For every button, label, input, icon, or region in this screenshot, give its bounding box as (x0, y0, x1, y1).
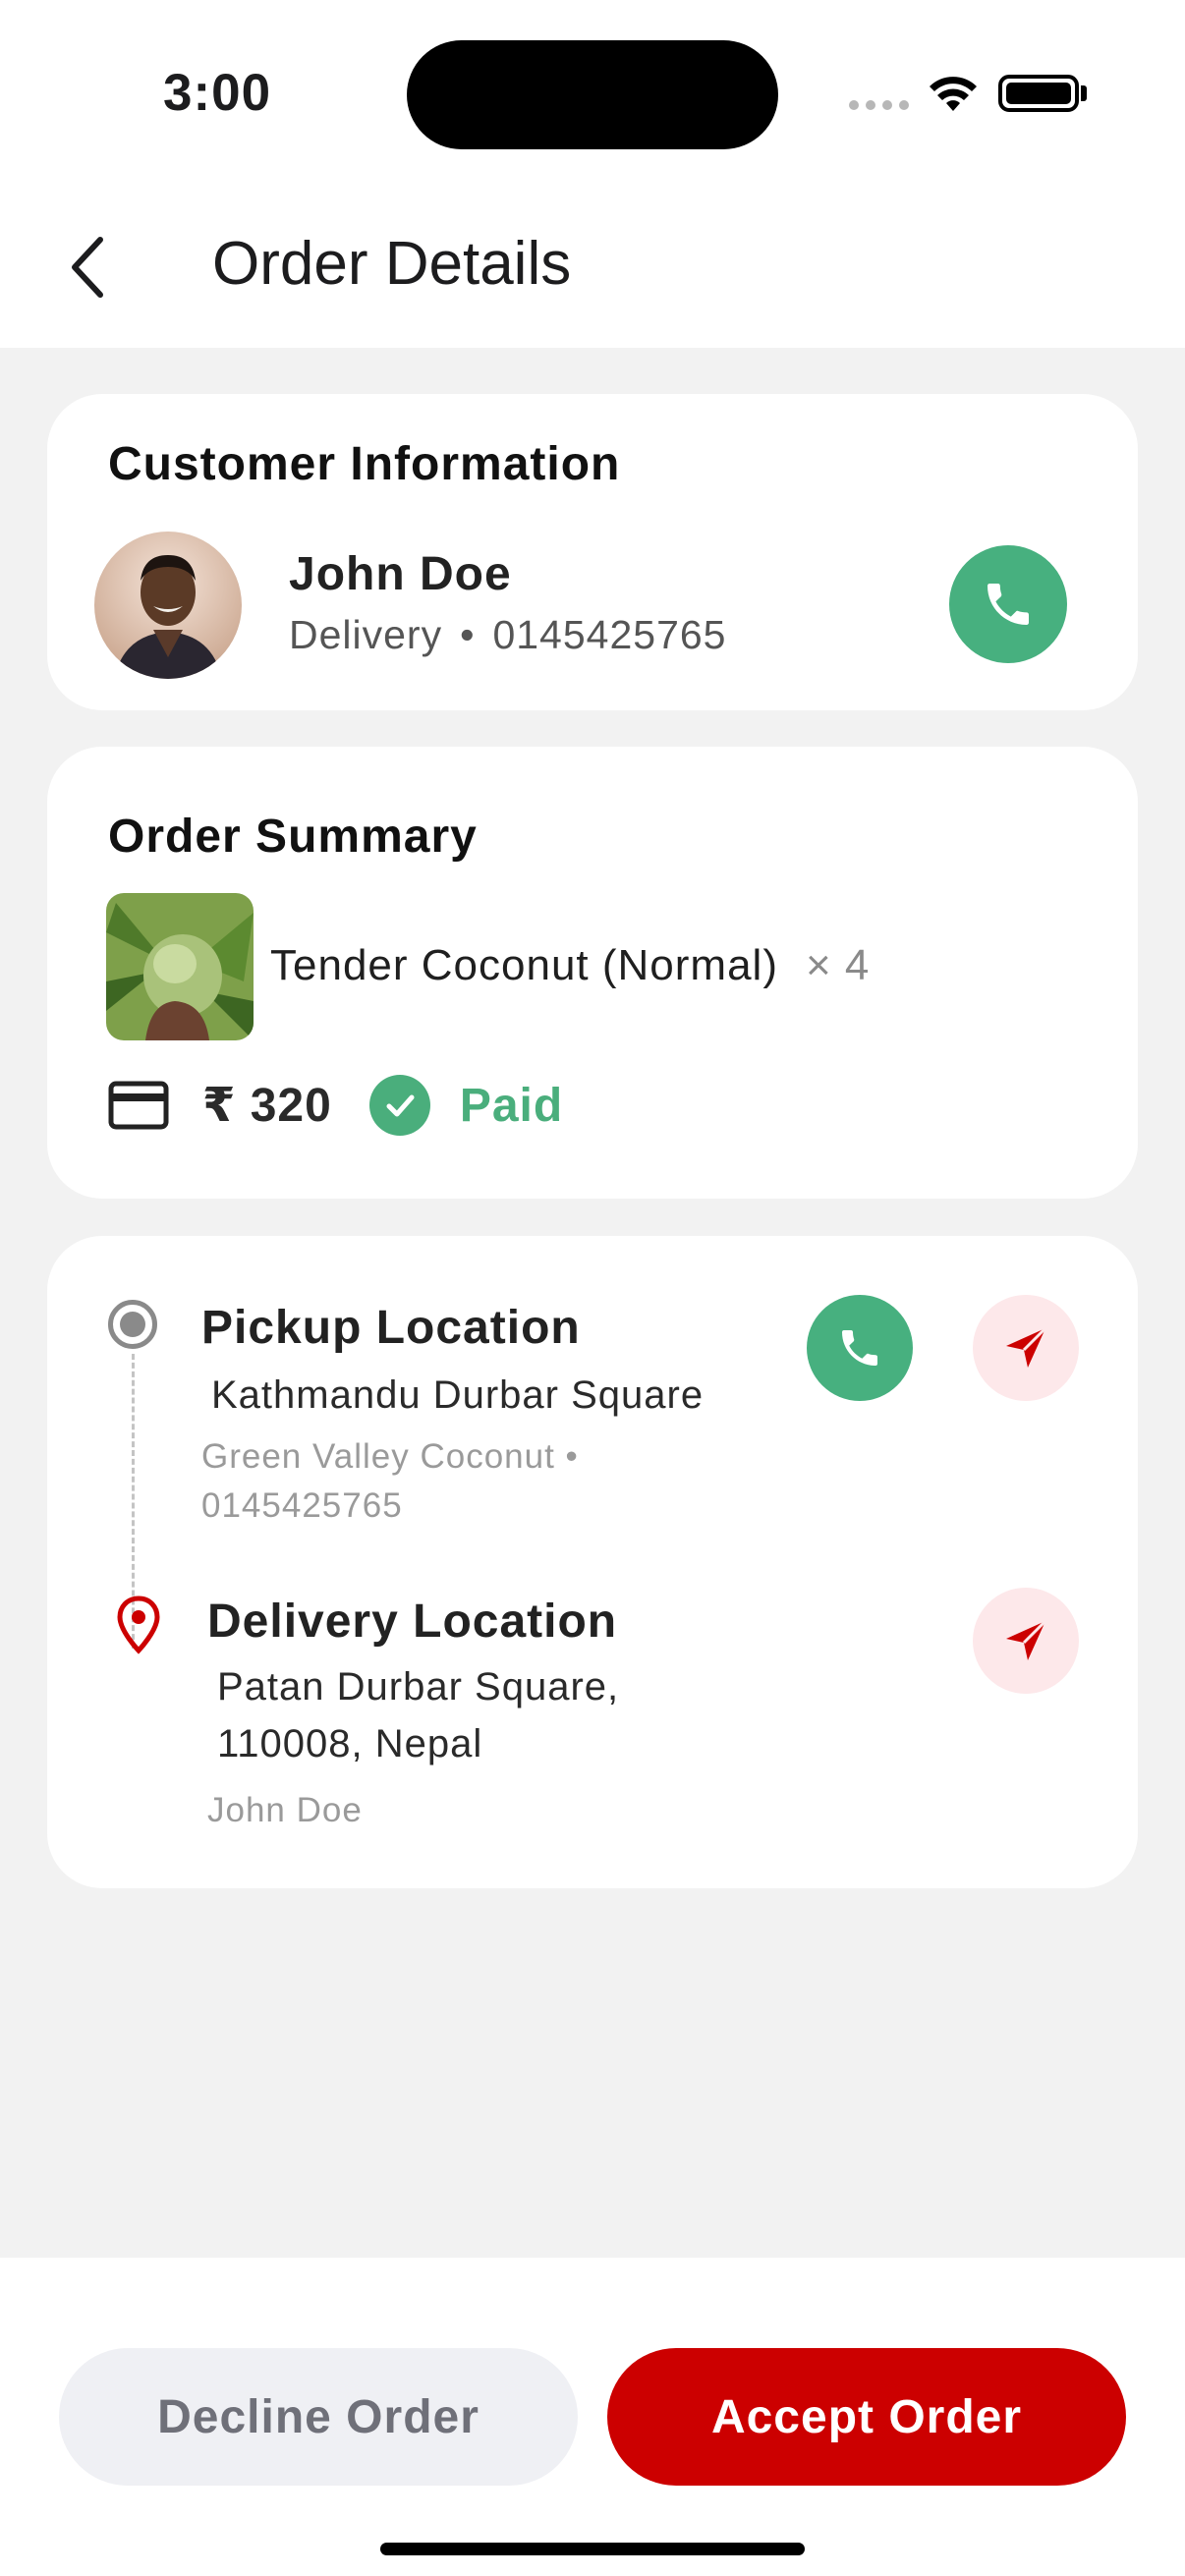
map-pin-icon (117, 1596, 160, 1654)
payment-row: ₹ 320 Paid (108, 1071, 563, 1140)
order-item: Tender Coconut (Normal) × 4 (270, 941, 870, 990)
delivery-address-line2: 110008, Nepal (217, 1722, 483, 1765)
credit-card-icon (108, 1081, 169, 1130)
phone-icon (988, 584, 1029, 625)
call-pickup-button[interactable] (807, 1295, 913, 1401)
phone-icon (842, 1330, 877, 1366)
customer-name: John Doe (289, 548, 512, 600)
battery-cap (1081, 85, 1087, 101)
navigate-delivery-button[interactable] (973, 1588, 1079, 1694)
dynamic-island (407, 40, 778, 149)
page-title: Order Details (212, 230, 572, 298)
status-time: 3:00 (163, 64, 272, 122)
customer-phone: 0145425765 (492, 612, 727, 657)
back-button[interactable] (57, 228, 116, 307)
order-section-title: Order Summary (108, 811, 478, 863)
item-name: Tender Coconut (Normal) (270, 941, 778, 989)
chevron-left-icon (72, 237, 103, 298)
customer-subtitle: Delivery • 0145425765 (289, 612, 726, 658)
navigation-arrow-icon (1006, 1619, 1047, 1660)
avatar (94, 532, 242, 679)
product-image (106, 893, 254, 1040)
customer-order-type: Delivery (289, 612, 443, 657)
order-price: ₹ 320 (202, 1080, 332, 1132)
navigation-arrow-icon (1006, 1326, 1047, 1368)
cellular-signal-icon (849, 100, 909, 110)
delivery-recipient: John Doe (207, 1791, 363, 1829)
customer-info-card: Customer Information John Doe Delivery •… (47, 394, 1138, 710)
pickup-vendor-line: Green Valley Coconut • (201, 1437, 579, 1476)
battery-icon (998, 75, 1079, 112)
decline-order-button[interactable]: Decline Order (59, 2348, 578, 2486)
top-bar: 3:00 Order Details (0, 0, 1185, 348)
delivery-title: Delivery Location (207, 1596, 618, 1648)
pickup-title: Pickup Location (201, 1302, 581, 1354)
accept-order-button[interactable]: Accept Order (607, 2348, 1126, 2486)
pickup-phone: 0145425765 (201, 1486, 403, 1525)
separator-dot: • (460, 612, 476, 657)
call-customer-button[interactable] (949, 545, 1067, 663)
delivery-address-line1: Patan Durbar Square, (217, 1665, 620, 1708)
order-summary-card: Order Summary Tender Coconut (Normal) × … (47, 747, 1138, 1199)
home-indicator[interactable] (380, 2543, 805, 2555)
navigate-pickup-button[interactable] (973, 1295, 1079, 1401)
pickup-marker-icon (108, 1300, 157, 1349)
customer-section-title: Customer Information (108, 438, 621, 490)
item-quantity: × 4 (805, 941, 871, 989)
payment-status: Paid (459, 1079, 564, 1132)
bottom-action-bar: Decline Order Accept Order (0, 2258, 1185, 2576)
pickup-address: Kathmandu Durbar Square (211, 1373, 705, 1417)
locations-card: Pickup Location Kathmandu Durbar Square … (47, 1236, 1138, 1888)
check-circle-icon (368, 1075, 430, 1136)
wifi-icon (930, 77, 977, 111)
